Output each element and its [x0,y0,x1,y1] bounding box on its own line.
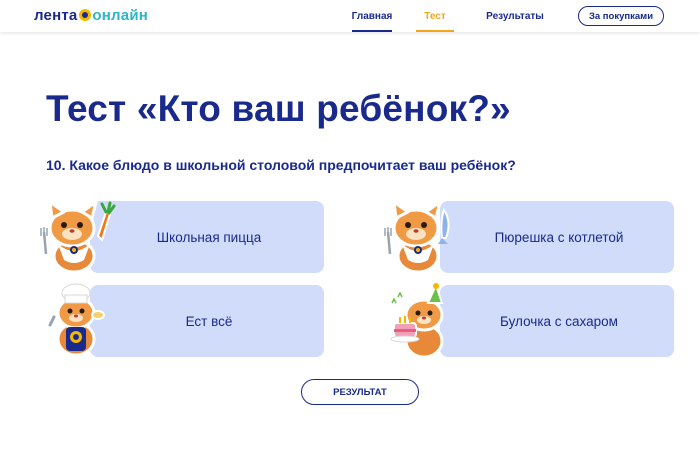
nav-results-label: Результаты [486,10,544,22]
answer-option-mash-with-cutlet[interactable]: Пюрешка с котлетой [440,201,674,273]
nav-home-label: Главная [351,10,393,22]
logo-text-online: онлайн [92,6,148,24]
nav-home[interactable]: Главная [352,0,392,32]
go-shopping-button[interactable]: За покупками [578,6,664,26]
cat-with-carrot-icon [40,200,116,274]
answer-label: Школьная пицца [156,229,262,245]
answer-label: Булочка с сахаром [500,313,618,329]
answer-label: Пюрешка с котлетой [494,229,624,245]
nav-test-underline [416,30,454,32]
answer-option-eats-everything[interactable]: Ест всё [90,285,324,357]
question-text: 10. Какое блюдо в школьной столовой пред… [46,157,516,173]
result-button[interactable]: РЕЗУЛЬТАТ [301,379,419,405]
nav-test-label: Тест [424,10,446,22]
cat-with-cake-icon [390,283,444,359]
nav-test[interactable]: Тест [416,0,454,32]
answer-option-school-pizza[interactable]: Школьная пицца [90,201,324,273]
answer-option-sugar-bun[interactable]: Булочка с сахаром [440,285,674,357]
site-header: лента онлайн Главная Тест Результаты За … [0,0,700,32]
logo-text-lenta: лента [34,6,78,24]
sun-icon [79,9,92,21]
page-title: Тест «Кто ваш ребёнок?» [46,88,511,129]
nav-home-underline [352,30,392,32]
nav-results[interactable]: Результаты [486,0,544,32]
cat-chef-icon [48,283,105,357]
cat-with-fish-icon [384,200,450,274]
answer-label: Ест всё [185,313,233,329]
lenta-online-logo[interactable]: лента онлайн [34,6,148,24]
